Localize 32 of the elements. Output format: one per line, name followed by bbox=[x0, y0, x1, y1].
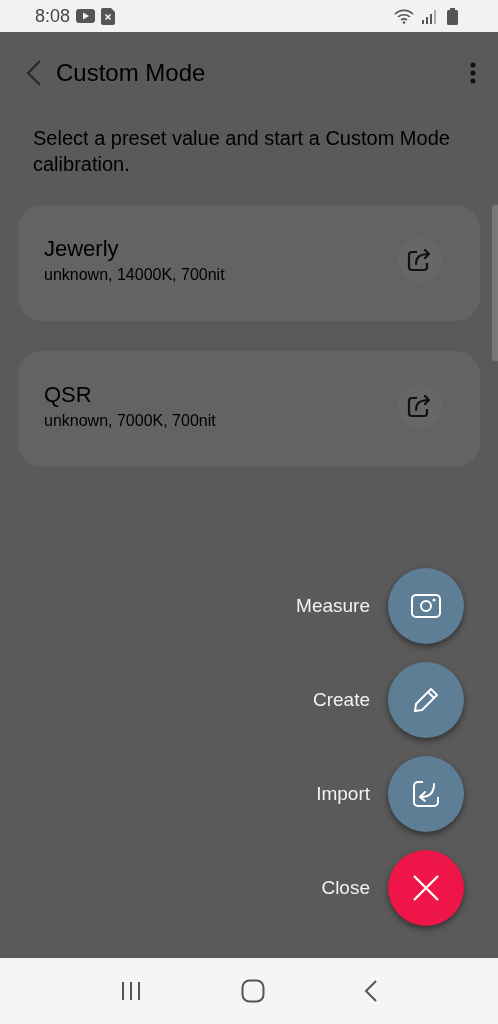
recent-apps-icon bbox=[119, 981, 142, 1001]
fab-label: Measure bbox=[296, 595, 370, 617]
video-icon bbox=[76, 9, 96, 23]
import-icon bbox=[411, 779, 441, 809]
pencil-icon bbox=[412, 686, 440, 714]
fab-label: Import bbox=[316, 783, 370, 805]
fab-label: Close bbox=[321, 877, 370, 899]
close-icon bbox=[412, 874, 440, 902]
wifi-icon bbox=[394, 8, 414, 24]
camera-icon bbox=[410, 592, 442, 620]
battery-icon bbox=[447, 7, 458, 25]
preset-details: unknown, 14000K, 700nit bbox=[44, 266, 226, 284]
share-icon bbox=[407, 394, 433, 418]
close-fab[interactable] bbox=[388, 850, 464, 926]
fab-label: Create bbox=[312, 689, 370, 711]
action-fab[interactable] bbox=[388, 568, 464, 644]
more-options-icon[interactable] bbox=[470, 62, 476, 84]
document-icon bbox=[101, 7, 116, 25]
description-text: Select a preset value and start a Custom Mode calibration. bbox=[33, 126, 451, 177]
preset-card[interactable]: QSR unknown, 7000K, 700nit bbox=[18, 351, 480, 467]
signal-icon bbox=[422, 8, 438, 24]
preset-name: Jewerly bbox=[44, 236, 120, 262]
back-icon bbox=[364, 979, 379, 1003]
home-icon bbox=[241, 979, 265, 1003]
action-fab[interactable] bbox=[388, 756, 464, 832]
screen-title: Custom Mode bbox=[56, 59, 207, 87]
preset-details: unknown, 7000K, 700nit bbox=[44, 412, 217, 430]
action-fab[interactable] bbox=[388, 662, 464, 738]
preset-card[interactable]: Jewerly unknown, 14000K, 700nit bbox=[18, 205, 480, 321]
preset-name: QSR bbox=[44, 382, 93, 408]
status-time: 8:08 bbox=[35, 5, 71, 27]
share-icon bbox=[407, 248, 433, 272]
